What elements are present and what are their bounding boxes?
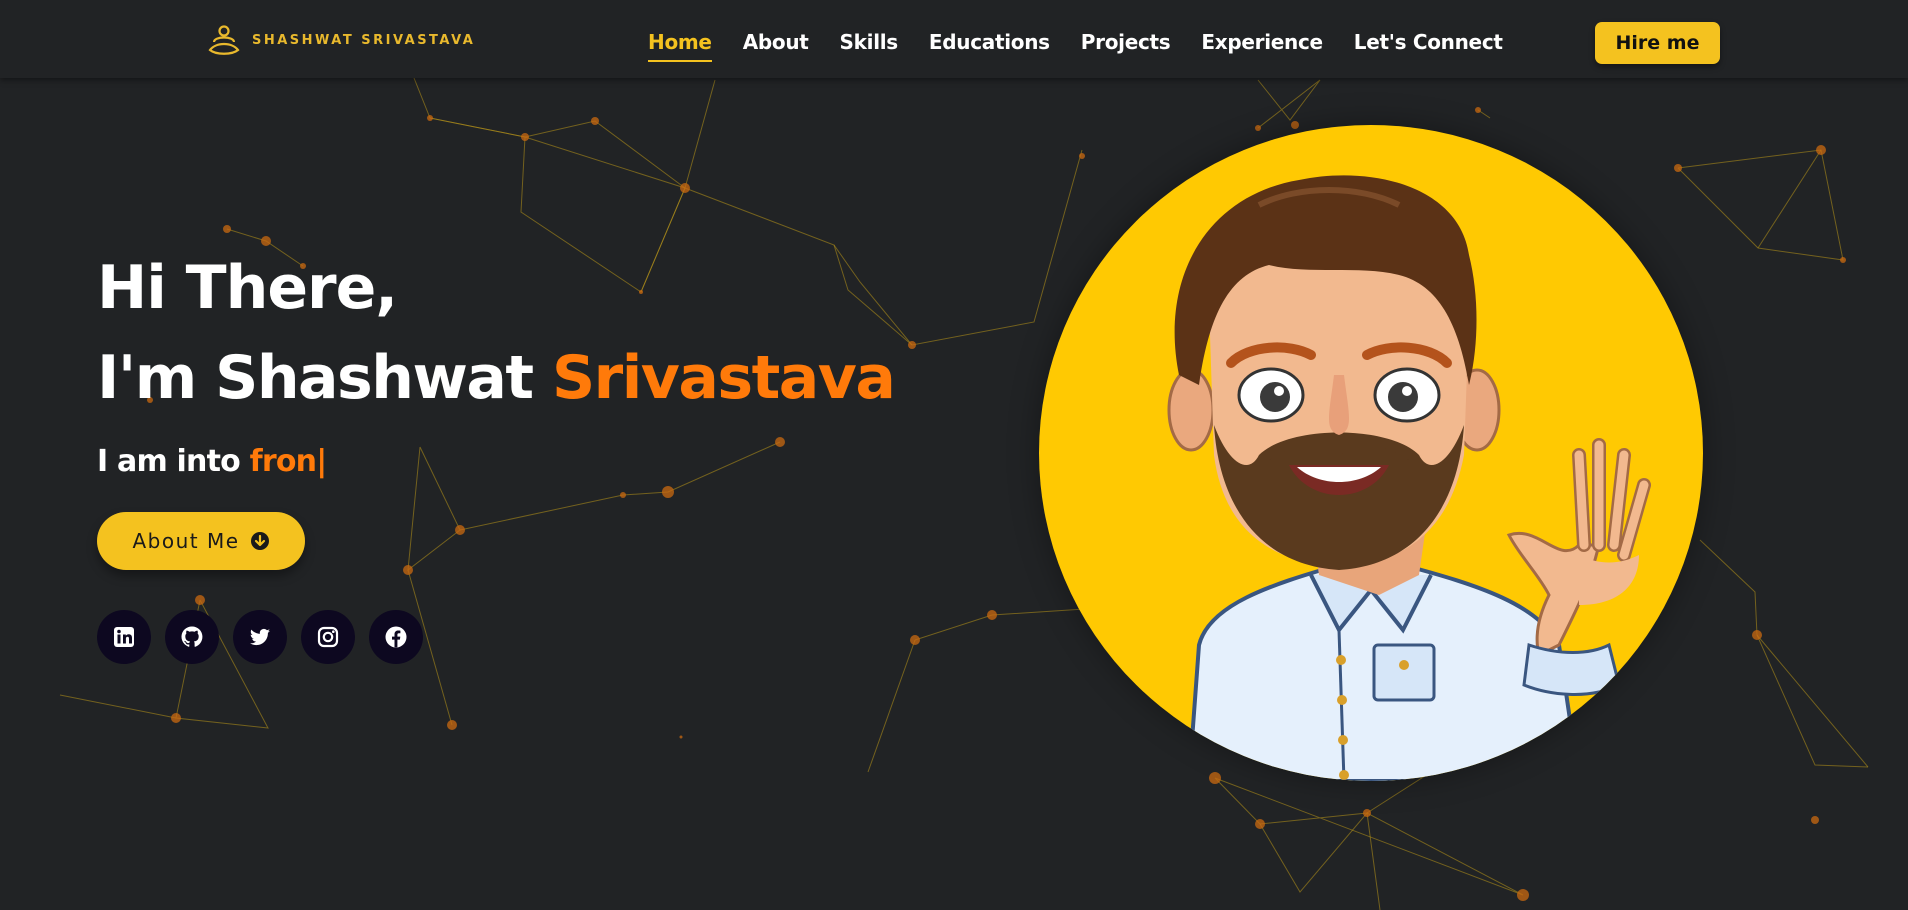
logo-icon (208, 25, 240, 55)
main-nav: Home About Skills Educations Projects Ex… (648, 30, 1503, 62)
hero-greeting: Hi There, (97, 253, 398, 323)
typed-prefix: I am into (97, 444, 250, 479)
linkedin-link[interactable] (97, 610, 151, 664)
profile-avatar (1039, 125, 1703, 781)
social-links (97, 610, 894, 664)
about-me-label: About Me (132, 529, 240, 553)
nav-experience-link[interactable]: Experience (1201, 30, 1323, 62)
nav-educations-link[interactable]: Educations (929, 30, 1050, 62)
facebook-link[interactable] (369, 610, 423, 664)
waving-cartoon-avatar (1167, 175, 1651, 781)
twitter-link[interactable] (233, 610, 287, 664)
arrow-circle-down-icon (250, 532, 269, 550)
hero-section: Hi There, I'm Shashwat Srivastava I am i… (97, 248, 896, 664)
hire-me-button[interactable]: Hire me (1595, 22, 1720, 64)
facebook-icon (385, 626, 407, 648)
nav-projects-link[interactable]: Projects (1081, 30, 1171, 62)
github-link[interactable] (165, 610, 219, 664)
linkedin-icon (114, 627, 134, 647)
nav-skills-link[interactable]: Skills (840, 30, 899, 62)
nav-home-link[interactable]: Home (648, 30, 712, 62)
brand-name: SHASHWAT SRIVASTAVA (252, 32, 476, 48)
twitter-icon (249, 628, 270, 646)
nav-about-link[interactable]: About (743, 30, 809, 62)
github-icon (181, 626, 203, 647)
top-navbar: SHASHWAT SRIVASTAVA Home About Skills Ed… (0, 0, 1908, 78)
site-logo[interactable]: SHASHWAT SRIVASTAVA (206, 22, 475, 58)
typed-text: fron| (249, 444, 328, 479)
nav-connect-link[interactable]: Let's Connect (1354, 30, 1503, 62)
hero-intro-highlight: Srivastava (551, 343, 896, 413)
typed-role-line: I am into fron| (97, 444, 894, 479)
instagram-link[interactable] (301, 610, 355, 664)
instagram-icon (317, 626, 339, 648)
hero-intro-prefix: I'm Shashwat (97, 343, 552, 413)
hero-intro: I'm Shashwat Srivastava (97, 338, 896, 418)
about-me-button[interactable]: About Me (97, 512, 305, 570)
